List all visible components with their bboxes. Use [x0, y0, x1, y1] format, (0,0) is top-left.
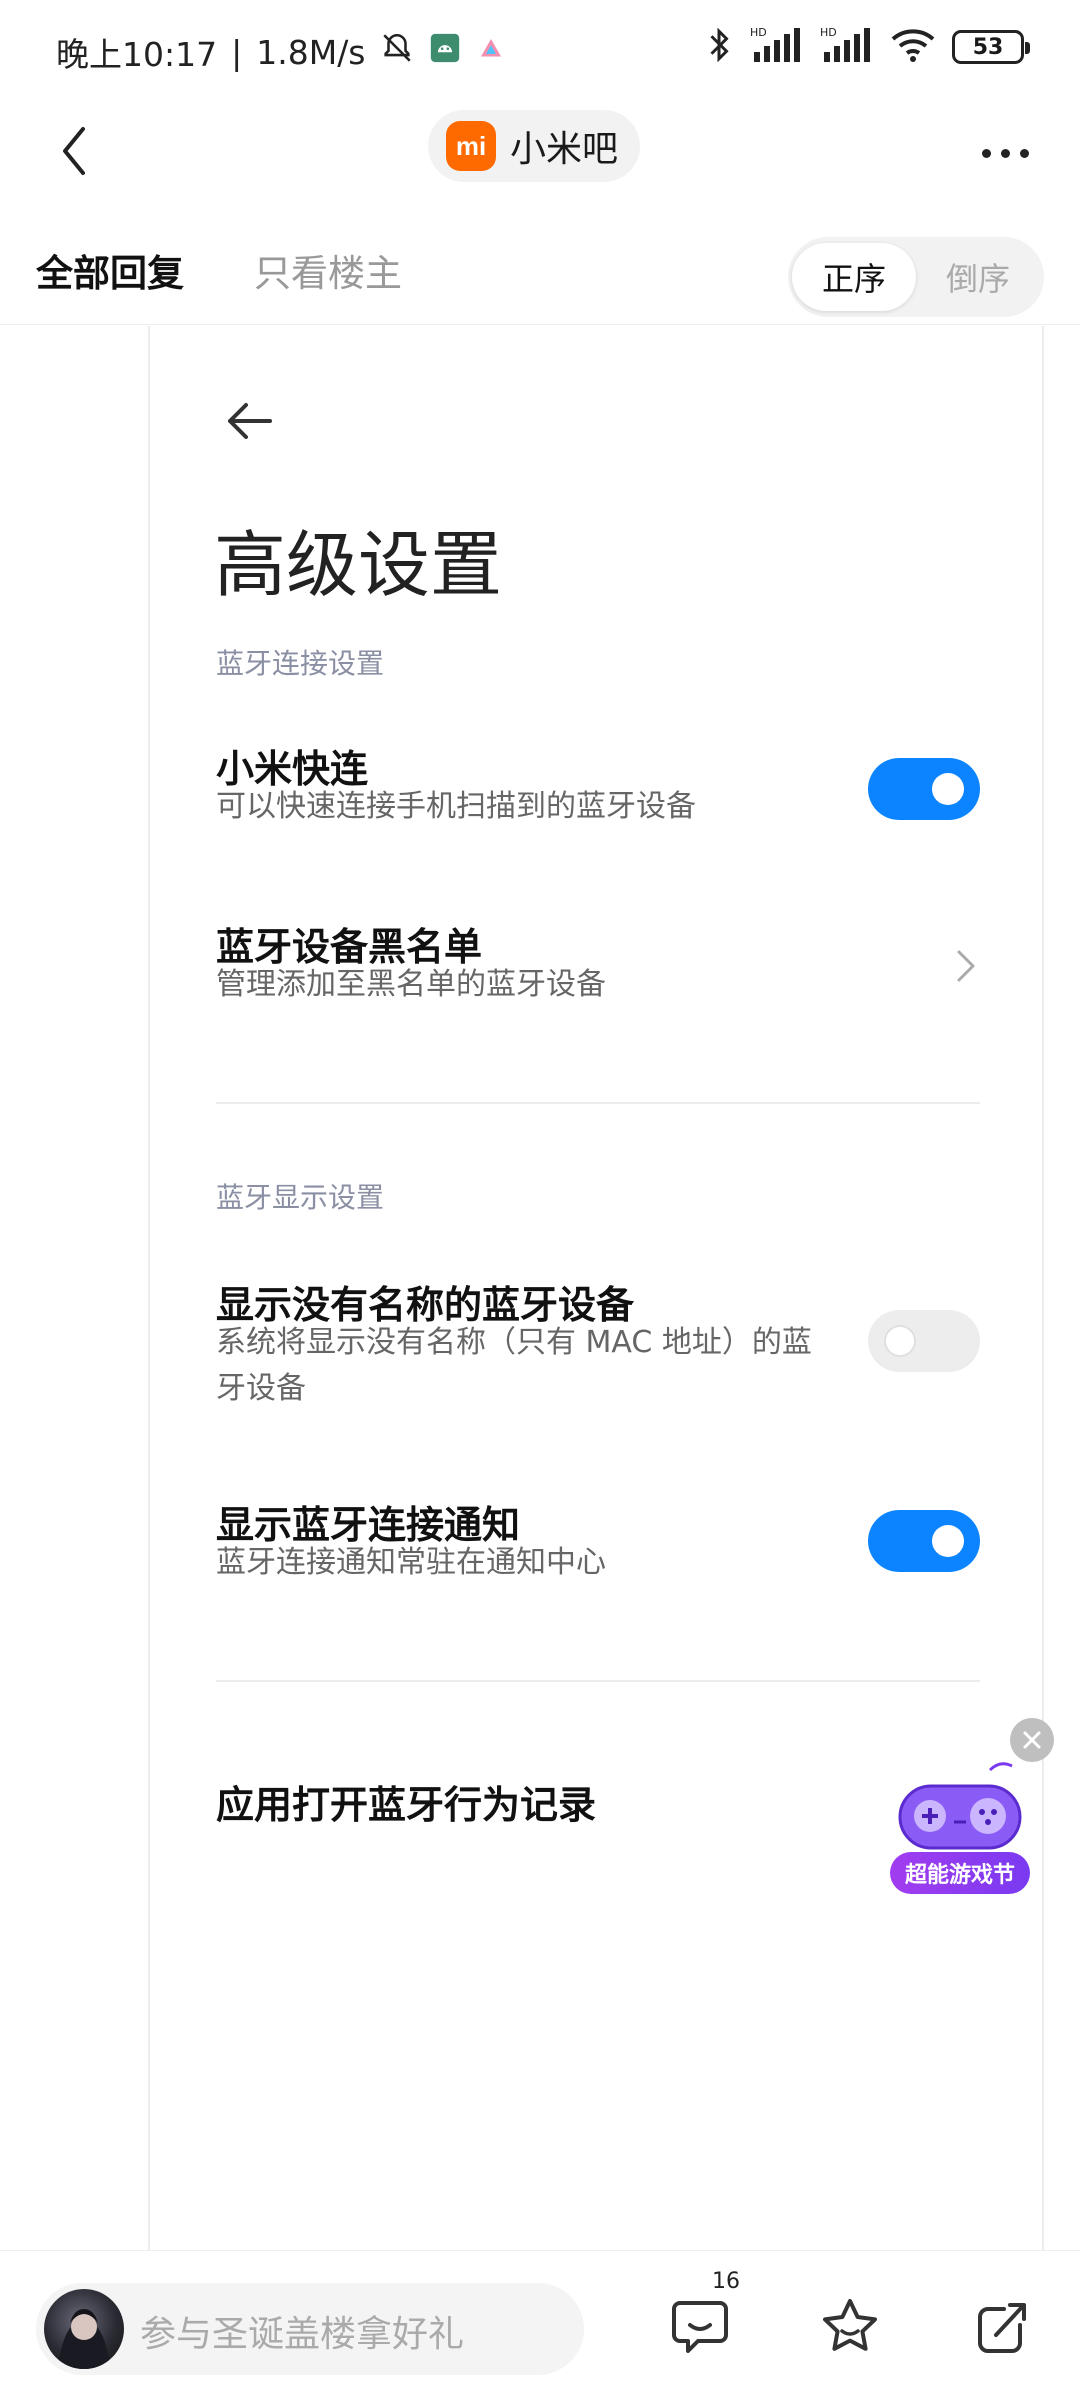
- share-icon[interactable]: [970, 2295, 1034, 2359]
- bottom-action-bar: 参与圣诞盖楼拿好礼 16: [0, 2250, 1080, 2400]
- tab-op-only[interactable]: 只看楼主: [254, 243, 402, 297]
- section-label-connection: 蓝牙连接设置: [216, 647, 385, 680]
- reply-filter-tabs: 全部回复 只看楼主 正序 倒序: [0, 225, 1080, 325]
- toggle-knob: [884, 1325, 916, 1357]
- quick-connect-toggle: [868, 758, 980, 820]
- bluetooth-icon: [704, 26, 734, 68]
- connection-notify-toggle: [868, 1510, 980, 1572]
- more-options-button[interactable]: [970, 128, 1040, 178]
- game-festival-ad[interactable]: 超能游戏节: [890, 1760, 1040, 1900]
- setting-desc-blacklist: 管理添加至黑名单的蓝牙设备: [216, 967, 606, 1002]
- status-time: 晚上10:17: [56, 35, 218, 74]
- avatar: [44, 2289, 124, 2369]
- svg-text:HD: HD: [820, 26, 837, 39]
- tab-all-replies[interactable]: 全部回复: [36, 243, 184, 297]
- arrow-left-icon: [228, 403, 272, 439]
- close-ad-button[interactable]: [1010, 1718, 1054, 1762]
- status-right: HD HD 53: [704, 26, 1030, 68]
- dot-icon: [981, 148, 991, 158]
- app-notification-icon: [476, 33, 506, 72]
- reply-input[interactable]: 参与圣诞盖楼拿好礼: [36, 2283, 584, 2375]
- hd-signal-icon: HD: [750, 26, 804, 68]
- battery-level: 53: [972, 34, 1004, 60]
- comment-icon[interactable]: [668, 2295, 732, 2359]
- svg-text:HD: HD: [750, 26, 767, 39]
- forum-name: 小米吧: [510, 129, 619, 170]
- status-bar: 晚上10:17 | 1.8M/s HD HD 53: [0, 0, 1080, 100]
- reply-placeholder: 参与圣诞盖楼拿好礼: [140, 2314, 465, 2355]
- section-divider: [216, 1680, 980, 1682]
- comment-count: 16: [712, 2269, 740, 2294]
- xiaomi-logo-icon: mi: [446, 121, 496, 171]
- order-switch: 正序 倒序: [788, 237, 1044, 317]
- close-icon: [1023, 1731, 1041, 1749]
- mute-bell-icon: [380, 31, 414, 73]
- section-label-display: 蓝牙显示设置: [216, 1181, 385, 1214]
- section-divider: [216, 1102, 980, 1104]
- star-icon[interactable]: [818, 2295, 882, 2359]
- setting-desc-show-unnamed: 系统将显示没有名称（只有 MAC 地址）的蓝牙设备: [216, 1325, 812, 1406]
- setting-title-app-record: 应用打开蓝牙行为记录: [216, 1783, 597, 1827]
- title-bar: mi 小米吧: [0, 100, 1080, 220]
- order-asc-button[interactable]: 正序: [792, 243, 916, 311]
- post-image-settings-screenshot[interactable]: 高级设置 蓝牙连接设置 小米快连 可以快速连接手机扫描到的蓝牙设备 蓝牙设备黑名…: [148, 326, 1044, 2250]
- dot-icon: [1000, 148, 1010, 158]
- chevron-left-icon: [63, 127, 85, 175]
- back-button[interactable]: [40, 116, 110, 186]
- gamepad-icon: [898, 1762, 1022, 1850]
- toggle-knob: [932, 1525, 964, 1557]
- hd-signal-icon-2: HD: [820, 26, 874, 68]
- battery-icon: 53: [952, 30, 1030, 64]
- setting-desc-quick-connect: 可以快速连接手机扫描到的蓝牙设备: [216, 789, 696, 824]
- toggle-knob: [932, 773, 964, 805]
- show-unnamed-toggle: [868, 1310, 980, 1372]
- order-desc-button[interactable]: 倒序: [916, 243, 1040, 311]
- ad-label: 超能游戏节: [890, 1852, 1030, 1894]
- status-speed: 1.8M/s: [256, 32, 366, 72]
- forum-chip[interactable]: mi 小米吧: [428, 110, 641, 182]
- settings-page-title: 高级设置: [214, 523, 503, 607]
- chevron-right-icon: [957, 950, 975, 982]
- status-left: 晚上10:17 | 1.8M/s: [56, 28, 506, 76]
- wifi-icon: [890, 27, 936, 67]
- dot-icon: [1019, 148, 1029, 158]
- setting-desc-connection-notify: 蓝牙连接通知常驻在通知中心: [216, 1545, 606, 1580]
- android-notification-icon: [428, 31, 462, 73]
